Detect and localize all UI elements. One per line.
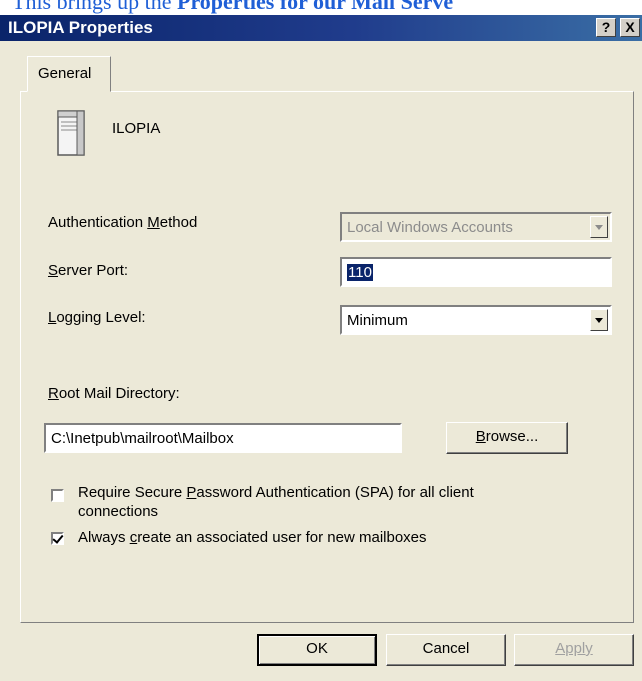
browse-button[interactable]: Browse... <box>446 422 568 454</box>
cancel-button[interactable]: Cancel <box>386 634 506 666</box>
logging-level-select[interactable]: Minimum <box>340 305 612 335</box>
always-create-label: Always create an associated user for new… <box>78 529 427 546</box>
apply-button[interactable]: Apply <box>514 634 634 666</box>
close-icon: X <box>625 19 635 35</box>
auth-method-label: Authentication Method <box>48 214 198 231</box>
logging-level-value: Minimum <box>347 312 408 329</box>
page-caption: This brings up the Properties for our Ma… <box>0 0 642 15</box>
logging-level-label: Logging Level: <box>48 309 146 326</box>
auth-method-value: Local Windows Accounts <box>347 219 513 236</box>
tab-general[interactable]: General <box>27 56 111 92</box>
require-spa-label: Require Secure Password Authentication (… <box>78 484 474 520</box>
require-spa-checkbox[interactable] <box>51 489 64 502</box>
server-port-input[interactable]: 110 <box>340 257 612 287</box>
server-port-label: Server Port: <box>48 262 129 279</box>
always-create-checkbox[interactable] <box>51 532 64 545</box>
auth-method-chevron-down-icon <box>590 216 608 238</box>
window-title: ILOPIA Properties <box>8 18 153 37</box>
tab-general-label: General <box>38 65 92 82</box>
apply-label: Apply <box>555 640 593 657</box>
help-icon: ? <box>601 19 611 35</box>
ok-button[interactable]: OK <box>257 634 377 666</box>
root-mail-dir-input[interactable]: C:\Inetpub\mailroot\Mailbox <box>44 423 402 453</box>
server-name: ILOPIA <box>112 120 161 137</box>
root-mail-dir-label: Root Mail Directory: <box>48 385 180 402</box>
logging-level-chevron-down-icon <box>590 309 608 331</box>
help-button[interactable]: ? <box>596 18 616 37</box>
close-button[interactable]: X <box>620 18 640 37</box>
server-port-value: 110 <box>347 264 373 281</box>
title-bar: ILOPIA Properties ? X <box>0 15 642 41</box>
caption-suffix: for our Mail Serve <box>274 0 454 14</box>
caption-prefix: This brings up the <box>12 0 177 14</box>
caption-bold: Properties <box>177 0 275 14</box>
root-mail-dir-value: C:\Inetpub\mailroot\Mailbox <box>51 430 234 447</box>
auth-method-select[interactable]: Local Windows Accounts <box>340 212 612 242</box>
server-icon <box>57 110 85 156</box>
